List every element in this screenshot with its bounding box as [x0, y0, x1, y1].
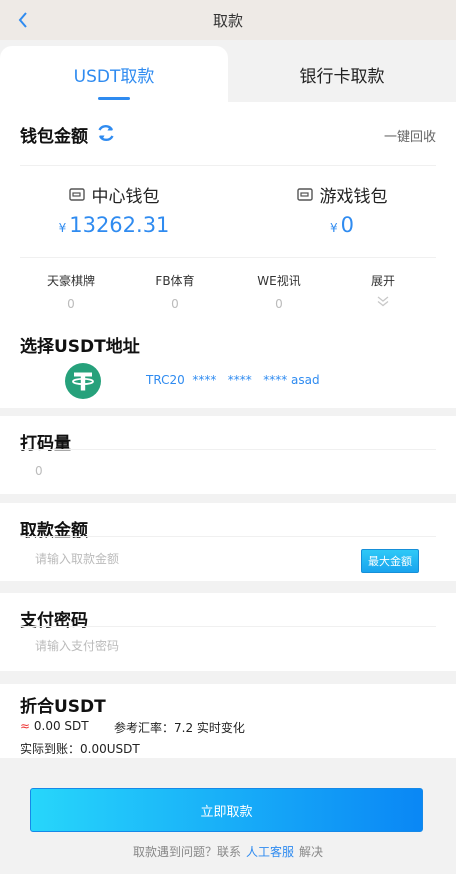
turnover-value: 0	[35, 464, 43, 478]
platform-item: FB体育 0	[123, 272, 227, 311]
approx-symbol: ≈	[20, 719, 31, 733]
usdt-address-title: 选择USDT地址	[20, 337, 140, 357]
expand-label: 展开	[370, 274, 395, 288]
platform-name: FB体育	[155, 274, 195, 288]
usdt-address-option[interactable]: TRC20 **** **** **** asad	[146, 373, 320, 387]
back-arrow-icon[interactable]	[16, 10, 30, 30]
platform-name: 天豪棋牌	[46, 274, 95, 288]
wallet-icon	[296, 188, 313, 201]
usdt-amount: 0.00 SDT	[30, 719, 89, 733]
platform-balance: 0	[275, 297, 283, 311]
currency-symbol: ¥	[58, 221, 67, 235]
recycle-all-link[interactable]: 一键回收	[384, 126, 436, 145]
convert-title: 折合USDT	[20, 697, 106, 717]
tab-usdt-withdraw[interactable]: USDT取款	[0, 46, 228, 102]
currency-symbol: ¥	[329, 221, 338, 235]
exchange-rate: 参考汇率：7.2 实时变化	[114, 721, 245, 735]
platform-item: WE视讯 0	[227, 272, 331, 311]
divider	[20, 536, 436, 537]
platform-item: 天豪棋牌 0	[19, 272, 123, 311]
withdraw-tabs: USDT取款 银行卡取款	[0, 46, 456, 102]
help-prefix: 取款遇到问题？联系	[132, 845, 241, 859]
wallet-title: 钱包金额	[20, 127, 88, 147]
page-title: 取款	[212, 11, 243, 30]
actual-received: 实际到账：0.00USDT	[20, 742, 140, 756]
platform-balance: 0	[67, 297, 75, 311]
center-wallet: 中心钱包 ¥13262.31	[0, 182, 228, 237]
password-title: 支付密码	[20, 611, 88, 631]
tab-bank-withdraw[interactable]: 银行卡取款	[228, 46, 456, 102]
wallet-icon	[68, 188, 85, 201]
converted-value: ≈ 0.00 SDT	[20, 719, 89, 733]
top-bar: 取款	[0, 0, 456, 40]
wallet-section: 钱包金额 一键回收 中心钱包 ¥13262.31 游戏钱包 ¥0 天豪棋牌 0 …	[0, 102, 456, 408]
turnover-section: 打码量 0	[0, 416, 456, 494]
withdraw-submit-button[interactable]: 立即取款	[30, 788, 423, 832]
tab-active-indicator	[98, 97, 130, 100]
convert-section: 折合USDT ≈ 0.00 SDT 参考汇率：7.2 实时变化 实际到账：0.0…	[0, 684, 456, 758]
expand-platforms-button[interactable]: 展开	[331, 272, 435, 307]
refresh-icon[interactable]	[96, 123, 116, 143]
divider	[20, 626, 436, 627]
password-section: 支付密码	[0, 593, 456, 671]
divider	[20, 257, 436, 258]
turnover-title: 打码量	[20, 434, 71, 454]
amount-section: 取款金额 最大金额	[0, 503, 456, 581]
game-wallet: 游戏钱包 ¥0	[228, 182, 456, 237]
max-amount-button[interactable]: 最大金额	[361, 549, 419, 573]
platform-balance: 0	[171, 297, 179, 311]
help-line: 取款遇到问题？联系 人工客服 解决	[0, 843, 456, 860]
divider	[20, 449, 436, 450]
divider	[20, 165, 436, 166]
withdraw-amount-input[interactable]	[35, 548, 335, 570]
double-chevron-down-icon	[377, 296, 389, 307]
tether-usdt-icon	[65, 363, 101, 399]
amount-title: 取款金额	[20, 521, 88, 541]
customer-service-link[interactable]: 人工客服	[246, 845, 294, 859]
center-wallet-label: 中心钱包	[91, 187, 160, 207]
help-suffix: 解决	[299, 845, 324, 859]
center-wallet-amount: 13262.31	[69, 213, 170, 237]
game-wallet-amount: 0	[340, 213, 354, 237]
game-wallet-label: 游戏钱包	[319, 187, 388, 207]
platform-name: WE视讯	[257, 274, 301, 288]
payment-password-input[interactable]	[35, 635, 335, 657]
